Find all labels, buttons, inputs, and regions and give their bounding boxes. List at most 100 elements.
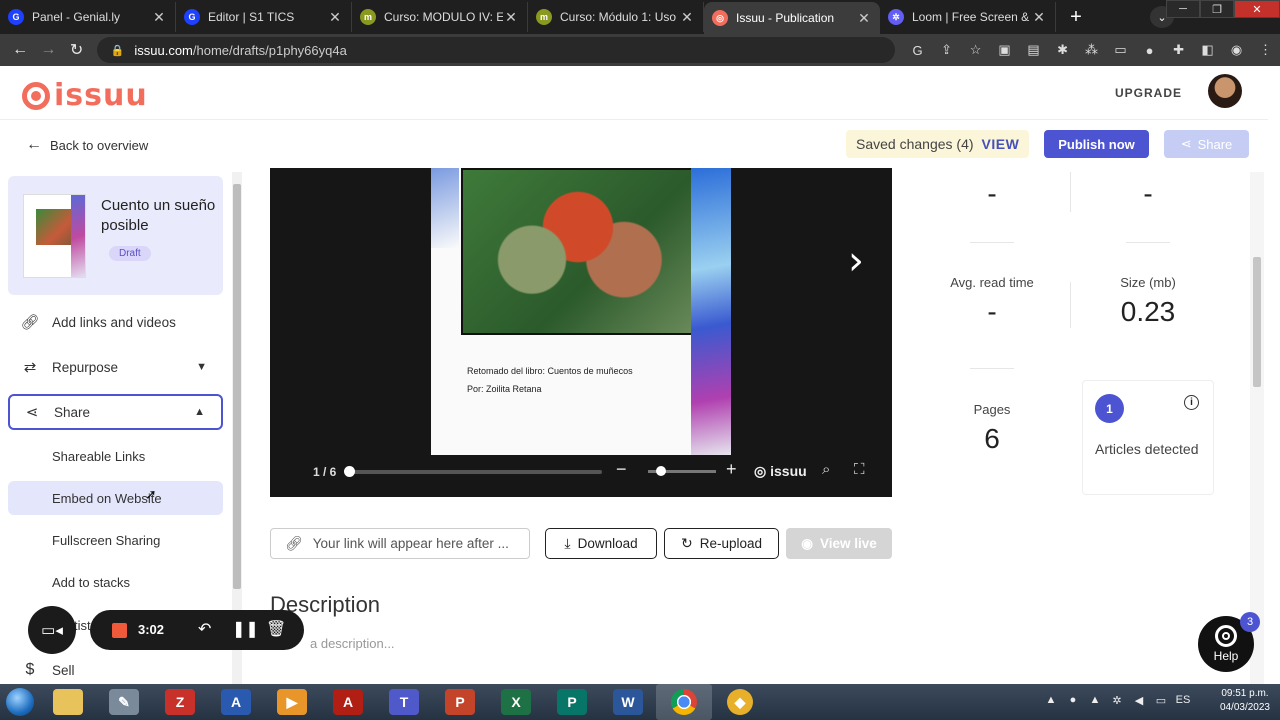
sidebar-item-share[interactable]: ⋖ Share ▲ (8, 394, 223, 430)
forward-arrow-icon[interactable]: → (34, 41, 62, 59)
upgrade-link[interactable]: UPGRADE (1115, 86, 1182, 100)
side-panel-icon[interactable]: ◧ (1193, 42, 1222, 58)
download-button[interactable]: ⤓ Download (545, 528, 657, 559)
next-page-chevron-icon[interactable]: › (848, 238, 864, 284)
search-icon[interactable]: ⌕ (822, 461, 830, 478)
loom-camera-button[interactable]: ▭◂ (28, 606, 76, 654)
taskbar-app-loom[interactable]: ◆ (712, 684, 768, 720)
taskbar-file-explorer[interactable] (40, 684, 96, 720)
network-icon[interactable]: ▭ (1150, 694, 1172, 707)
issuu-logo[interactable]: issuu (22, 78, 148, 113)
shareable-link-field[interactable]: 🔗︎ Your link will appear here after ... (270, 528, 530, 559)
main-scrollbar[interactable] (1250, 172, 1264, 684)
close-window-button[interactable]: ✕ (1234, 0, 1280, 18)
maximize-button[interactable]: ❐ (1200, 0, 1234, 18)
articles-detected-card[interactable]: 1 i Articles detected (1082, 380, 1214, 495)
sidebar-item-sell[interactable]: $ Sell (8, 655, 223, 685)
start-button[interactable] (0, 684, 40, 720)
share-sub-embed-website[interactable]: Embed on Website (8, 481, 223, 515)
browser-tab-genially[interactable]: G Panel - Genial.ly ✕ (0, 2, 176, 32)
close-tab-icon[interactable]: ✕ (856, 10, 872, 27)
close-tab-icon[interactable]: ✕ (151, 9, 167, 26)
chrome-menu-icon[interactable]: ⋮ (1251, 42, 1280, 58)
profile-avatar-icon[interactable]: ◉ (1222, 42, 1251, 58)
bookmark-star-icon[interactable]: ☆ (961, 42, 990, 58)
share-button[interactable]: ⋖ Share (1164, 130, 1249, 158)
zoom-handle[interactable] (656, 466, 666, 476)
view-live-button[interactable]: ◉ View live (786, 528, 892, 559)
scrollbar-thumb[interactable] (1253, 257, 1261, 387)
progress-handle[interactable] (344, 466, 355, 477)
sidebar-item-add-links[interactable]: 🔗︎ Add links and videos (8, 304, 223, 340)
share-sub-fullscreen[interactable]: Fullscreen Sharing (8, 523, 223, 557)
taskbar-clock[interactable]: 09:51 p.m. 04/03/2023 (1220, 687, 1270, 715)
browser-tab-curso-1[interactable]: m Curso: Módulo 1: Uso d ✕ (528, 2, 704, 32)
taskbar-teams[interactable]: T (376, 684, 432, 720)
help-button[interactable]: Help 3 (1198, 612, 1260, 672)
extension-new-icon[interactable]: ▣ (990, 42, 1019, 58)
tray-app-icon[interactable]: ✲ (1106, 694, 1128, 707)
reupload-button[interactable]: ↻ Re-upload (664, 528, 779, 559)
view-changes-link[interactable]: VIEW (982, 136, 1020, 152)
new-tab-button[interactable]: + (1062, 3, 1090, 31)
stop-recording-button[interactable] (112, 623, 127, 638)
google-icon[interactable]: G (903, 43, 932, 58)
taskbar-excel[interactable]: X (488, 684, 544, 720)
extension-red-icon[interactable]: ● (1135, 43, 1164, 58)
taskbar-publisher[interactable]: P (544, 684, 600, 720)
page-progress-slider[interactable] (344, 466, 602, 477)
extension-doc-icon[interactable]: ▤ (1019, 42, 1048, 58)
taskbar-app-3[interactable]: Z (152, 684, 208, 720)
tray-app-icon[interactable]: ● (1062, 694, 1084, 707)
browser-tab-loom[interactable]: ✲ Loom | Free Screen & V ✕ (880, 2, 1056, 32)
link-icon: 🔗︎ (285, 535, 303, 551)
scrollbar-thumb[interactable] (233, 184, 241, 589)
close-tab-icon[interactable]: ✕ (327, 9, 343, 26)
taskbar-powerpoint[interactable]: P (432, 684, 488, 720)
zoom-slider[interactable] (648, 466, 716, 476)
trash-icon[interactable]: 🗑︎ (266, 619, 286, 639)
reload-icon[interactable]: ↻ (62, 40, 90, 60)
share-page-icon[interactable]: ⇪ (932, 42, 961, 58)
extension-color-icon[interactable]: ✱ (1048, 42, 1077, 58)
taskbar-media-player[interactable]: ▶ (264, 684, 320, 720)
zoom-extension-icon[interactable]: ▭ (1106, 42, 1135, 58)
fullscreen-icon[interactable]: ⛶ (854, 461, 865, 478)
publish-now-button[interactable]: Publish now (1044, 130, 1149, 158)
description-input[interactable]: a description... (310, 636, 395, 651)
share-sub-shareable-links[interactable]: Shareable Links (8, 439, 223, 473)
share-sub-add-stacks[interactable]: Add to stacks (8, 565, 223, 599)
extensions-puzzle-icon[interactable]: ✚ (1164, 42, 1193, 58)
publication-toolbar: ← Back to overview Saved changes (4) VIEW … (0, 120, 1268, 168)
tray-app-icon[interactable]: ▲ (1084, 694, 1106, 707)
taskbar-acrobat[interactable]: A (320, 684, 376, 720)
sidebar-scrollbar[interactable] (232, 172, 242, 684)
info-icon[interactable]: i (1184, 395, 1199, 410)
pause-icon[interactable]: ❚❚ (232, 619, 259, 639)
close-tab-icon[interactable]: ✕ (503, 9, 519, 26)
zoom-in-icon[interactable]: + (726, 459, 737, 480)
browser-tab-issuu[interactable]: ◎ Issuu - Publication ✕ (704, 2, 880, 34)
sidebar-item-repurpose[interactable]: ⇄ Repurpose ▼ (8, 349, 223, 385)
zoom-out-icon[interactable]: − (616, 459, 627, 480)
taskbar-chrome[interactable] (656, 684, 712, 720)
back-to-overview-link[interactable]: ← Back to overview (26, 136, 148, 154)
minimize-button[interactable]: ─ (1166, 0, 1200, 18)
moodle-icon: m (360, 9, 376, 25)
browser-tab-editor[interactable]: G Editor | S1 TICS ✕ (176, 2, 352, 32)
taskbar-app-2[interactable]: ✎ (96, 684, 152, 720)
close-tab-icon[interactable]: ✕ (679, 9, 695, 26)
chevron-down-icon: ▼ (196, 361, 207, 373)
tray-expand-icon[interactable]: ▲ (1040, 694, 1062, 707)
extension-dots-icon[interactable]: ⁂ (1077, 42, 1106, 58)
browser-tab-curso-4[interactable]: m Curso: MODULO IV: ESTR✕ (352, 2, 528, 32)
user-avatar[interactable] (1208, 74, 1242, 108)
close-tab-icon[interactable]: ✕ (1031, 9, 1047, 26)
undo-icon[interactable]: ↶ (198, 619, 211, 639)
taskbar-word[interactable]: W (600, 684, 656, 720)
back-arrow-icon[interactable]: ← (6, 41, 34, 59)
address-bar[interactable]: 🔒 issuu.com/home/drafts/p1phy66yq4a (96, 37, 896, 63)
volume-icon[interactable]: ◀ (1128, 694, 1150, 707)
language-icon[interactable]: ES (1172, 694, 1194, 707)
taskbar-app-4[interactable]: A (208, 684, 264, 720)
